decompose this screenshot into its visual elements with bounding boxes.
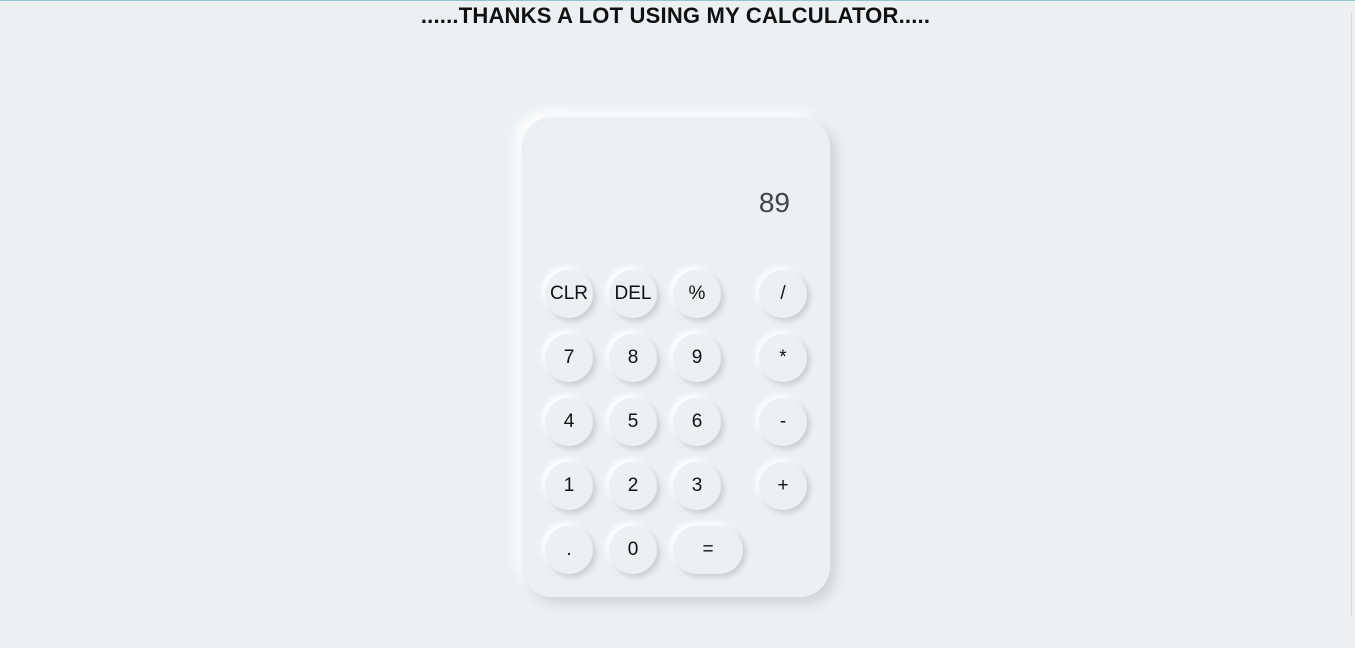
digit-0-button[interactable]: 0: [609, 526, 657, 574]
digit-5-button[interactable]: 5: [609, 398, 657, 446]
digit-7-button[interactable]: 7: [545, 334, 593, 382]
delete-button[interactable]: DEL: [609, 270, 657, 318]
digit-2-button[interactable]: 2: [609, 462, 657, 510]
clear-button[interactable]: CLR: [545, 270, 593, 318]
digit-6-button[interactable]: 6: [673, 398, 721, 446]
digit-1-button[interactable]: 1: [545, 462, 593, 510]
page-title: ......THANKS A LOT USING MY CALCULATOR..…: [420, 3, 931, 28]
percent-button[interactable]: %: [673, 270, 721, 318]
equals-button[interactable]: =: [673, 526, 743, 574]
calculator-display: 89: [758, 187, 790, 218]
minus-button[interactable]: -: [759, 398, 807, 446]
decimal-point-button[interactable]: .: [545, 526, 593, 574]
multiply-button[interactable]: *: [759, 334, 807, 382]
top-border: [0, 0, 1355, 1]
digit-3-button[interactable]: 3: [673, 462, 721, 510]
digit-4-button[interactable]: 4: [545, 398, 593, 446]
divide-button[interactable]: /: [759, 270, 807, 318]
digit-9-button[interactable]: 9: [673, 334, 721, 382]
plus-button[interactable]: +: [759, 462, 807, 510]
digit-8-button[interactable]: 8: [609, 334, 657, 382]
page-scrollbar[interactable]: [1351, 12, 1352, 616]
calculator: 89 CLR DEL % / 7 8 9 * 4 5 6 - 1 2 3 + .…: [522, 117, 830, 597]
